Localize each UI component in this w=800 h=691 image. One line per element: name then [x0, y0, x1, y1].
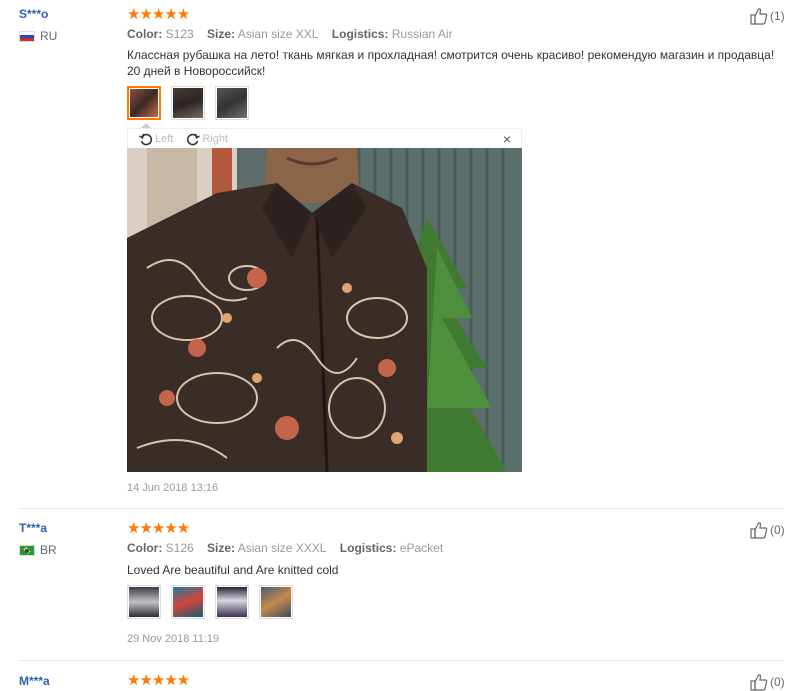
review-date: 14 Jun 2018 13:16: [127, 482, 219, 494]
review-photo-thumbnail[interactable]: [171, 86, 205, 120]
helpful-count: (1): [770, 9, 785, 23]
logistics-value: Russian Air: [391, 27, 453, 41]
review-photo-thumbnail[interactable]: [127, 86, 161, 120]
brazil-flag-icon: [19, 544, 35, 556]
review-photo-large: [127, 148, 522, 472]
helpful-button[interactable]: (0): [750, 521, 785, 539]
review-date: 29 Nov 2018 11:19: [127, 633, 220, 645]
thumbs-up-icon: [750, 522, 768, 539]
review-divider: [19, 660, 783, 661]
reviewer-name: T***a: [19, 521, 48, 535]
order-attributes: Color: S123 Size: Asian size XXL Logisti…: [127, 27, 453, 41]
color-label: Color:: [127, 541, 163, 555]
review-photo-thumbnail[interactable]: [215, 585, 249, 619]
rotate-right-icon: [187, 133, 201, 145]
helpful-button[interactable]: (0): [750, 673, 785, 691]
reviewer-country: BR: [19, 543, 57, 557]
man-in-patterned-shirt-image: [127, 148, 522, 472]
shirt-photo-image: [129, 587, 159, 617]
reviewer-country: RU: [19, 29, 57, 43]
helpful-count: (0): [770, 675, 785, 689]
reviewer-name: M***a: [19, 674, 50, 688]
review-photo-thumbnails: [127, 86, 249, 120]
rotate-left-label: Left: [155, 132, 174, 145]
shirt-photo-image: [173, 587, 203, 617]
star-rating: ★★★★★: [127, 520, 190, 537]
review-photo-thumbnail[interactable]: [215, 86, 249, 120]
color-value: S126: [165, 541, 194, 555]
rotate-left-icon: [139, 133, 153, 145]
size-value: Asian size XXL: [237, 27, 319, 41]
shirt-photo-image: [173, 88, 203, 118]
russia-flag-icon: [19, 30, 35, 42]
country-code: BR: [40, 543, 57, 557]
shirt-photo-image: [217, 587, 247, 617]
order-attributes: Color: S126 Size: Asian size XXXL Logist…: [127, 541, 443, 555]
size-label: Size:: [207, 541, 236, 555]
logistics-label: Logistics:: [331, 27, 389, 41]
thumbs-up-icon: [750, 674, 768, 691]
reviewer-name: S***o: [19, 7, 49, 21]
review-photo-thumbnail[interactable]: [259, 585, 293, 619]
color-value: S123: [165, 27, 194, 41]
photo-viewer: Left Right ×: [127, 123, 522, 472]
logistics-value: ePacket: [399, 541, 444, 555]
star-rating: ★★★★★: [127, 672, 190, 689]
shirt-photo-image: [261, 587, 291, 617]
rotate-left-button[interactable]: Left: [138, 131, 173, 147]
thumbs-up-icon: [750, 8, 768, 25]
shirt-photo-image: [217, 88, 247, 118]
color-label: Color:: [127, 27, 163, 41]
review-photo-thumbnail[interactable]: [127, 585, 161, 619]
rotate-right-label: Right: [202, 132, 229, 145]
helpful-button[interactable]: (1): [750, 7, 785, 25]
review-divider: [19, 508, 783, 509]
logistics-label: Logistics:: [339, 541, 397, 555]
helpful-count: (0): [770, 523, 785, 537]
size-value: Asian size XXXL: [237, 541, 327, 555]
review-text: Классная рубашка на лето! ткань мягкая и…: [127, 48, 775, 78]
shirt-photo-image: [130, 89, 158, 117]
country-code: RU: [40, 29, 58, 43]
review-photo-thumbnails: [127, 585, 293, 619]
rotate-right-button[interactable]: Right: [185, 131, 228, 147]
viewer-toolbar: Left Right ×: [127, 128, 522, 148]
review-photo-thumbnail[interactable]: [171, 585, 205, 619]
close-icon[interactable]: ×: [503, 132, 511, 146]
review-text: Loved Are beautiful and Are knitted cold: [127, 563, 339, 577]
star-rating: ★★★★★: [127, 6, 190, 23]
size-label: Size:: [207, 27, 236, 41]
